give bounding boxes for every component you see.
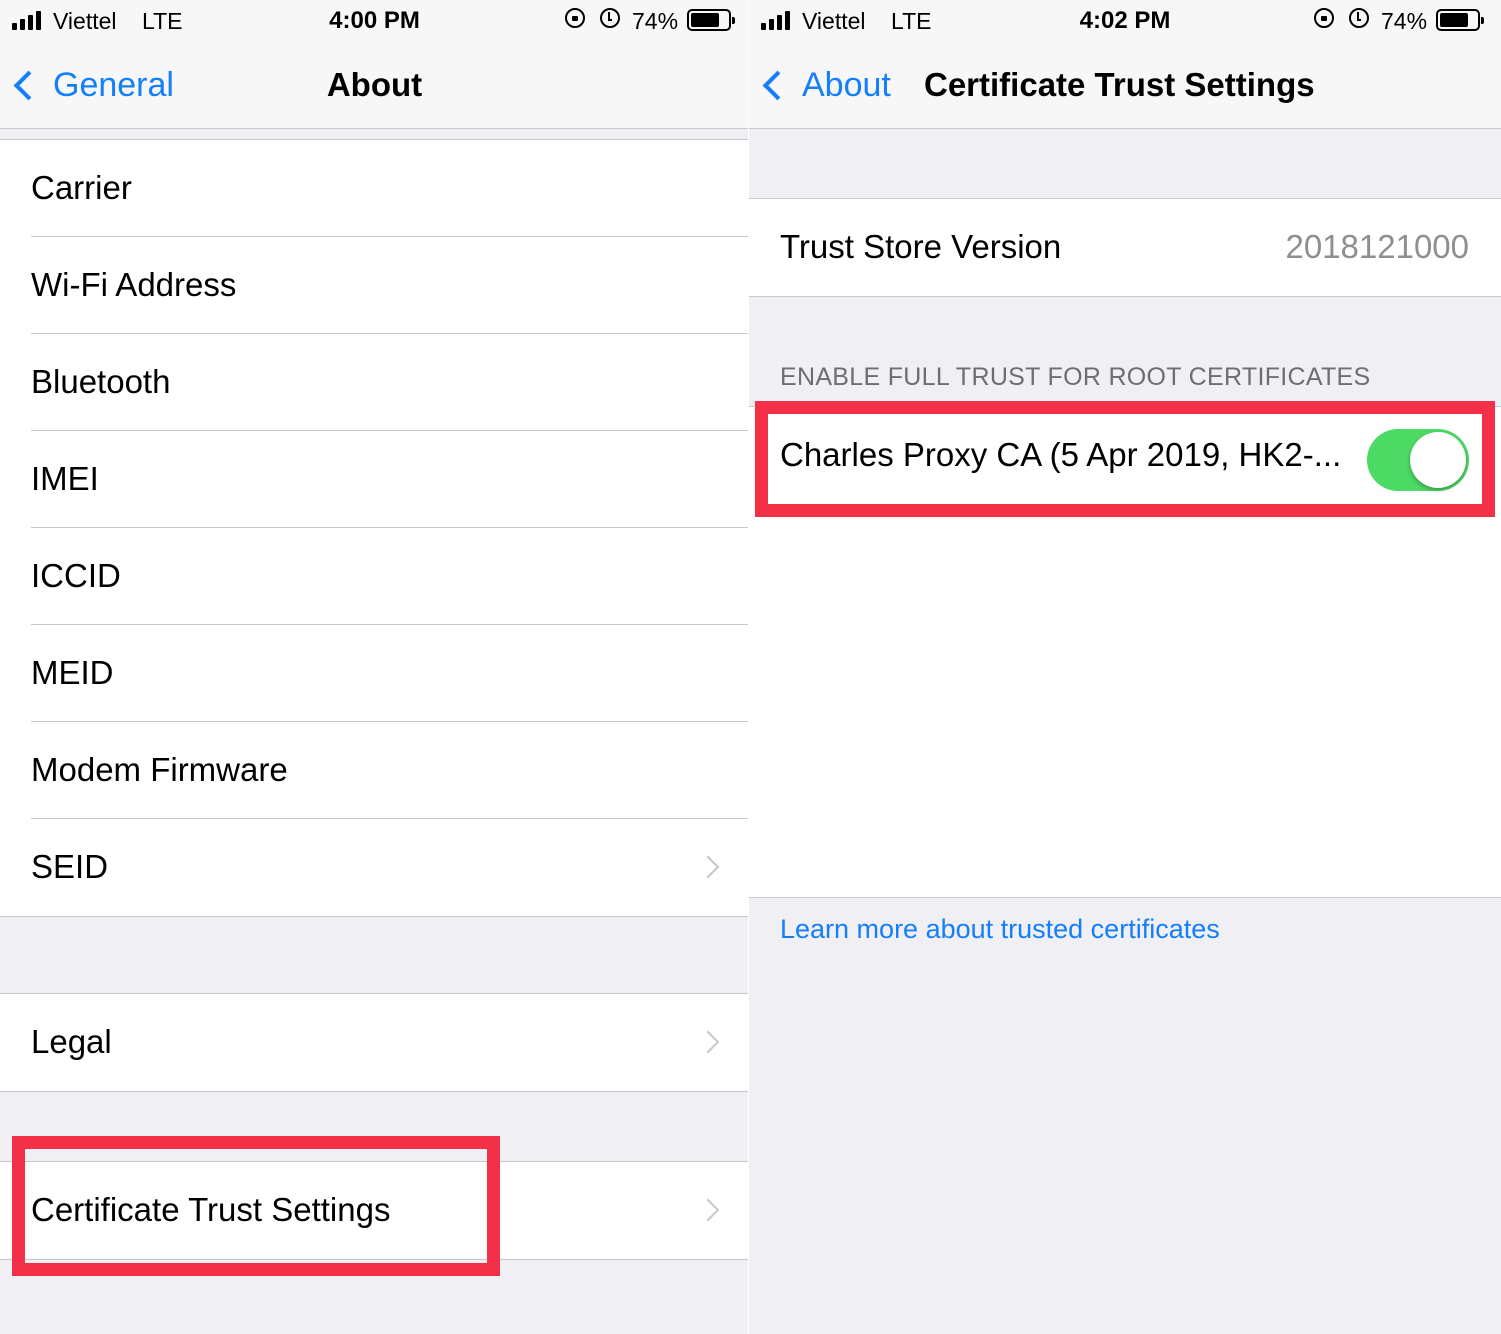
chevron-right-icon bbox=[696, 855, 720, 879]
battery-icon bbox=[1436, 9, 1484, 31]
row-label: Modem Firmware bbox=[31, 751, 288, 788]
row-certificate-trust-settings[interactable]: Certificate Trust Settings bbox=[0, 1162, 749, 1259]
status-bar: Viettel LTE 4:02 PM 74% bbox=[749, 0, 1501, 42]
row-label: MEID bbox=[31, 654, 114, 691]
alarm-icon bbox=[600, 8, 620, 28]
orientation-lock-icon bbox=[565, 8, 585, 28]
chevron-right-icon bbox=[696, 1198, 720, 1222]
row-meid: MEID bbox=[0, 624, 749, 722]
row-iccid: ICCID bbox=[0, 527, 749, 625]
battery-percentage: 74% bbox=[1381, 8, 1428, 34]
certificate-list: Certificate Trust Settings bbox=[0, 1161, 749, 1260]
chevron-right-icon bbox=[696, 1030, 720, 1054]
row-legal[interactable]: Legal bbox=[0, 994, 749, 1091]
row-carrier: Carrier bbox=[0, 140, 749, 237]
about-info-list: Carrier Wi-Fi Address Bluetooth IMEI ICC… bbox=[0, 139, 749, 917]
certificate-trust-toggle[interactable] bbox=[1367, 429, 1469, 491]
certificate-trust-settings-screen: Viettel LTE 4:02 PM 74% About Certificat… bbox=[749, 0, 1501, 1334]
page-title: Certificate Trust Settings bbox=[924, 66, 1315, 103]
row-label: Carrier bbox=[31, 169, 132, 206]
row-label: IMEI bbox=[31, 460, 99, 497]
row-imei: IMEI bbox=[0, 430, 749, 528]
row-bluetooth: Bluetooth bbox=[0, 333, 749, 431]
about-screen: Viettel LTE 4:00 PM 74% General About Ca… bbox=[0, 0, 749, 1334]
row-label: Wi-Fi Address bbox=[31, 266, 237, 303]
trust-store-list: Trust Store Version 2018121000 bbox=[749, 198, 1501, 297]
root-certificates-list: Charles Proxy CA (5 Apr 2019, HK2-... bbox=[749, 406, 1501, 898]
alarm-icon bbox=[1349, 8, 1369, 28]
battery-percentage: 74% bbox=[632, 8, 679, 34]
chevron-left-icon bbox=[762, 70, 793, 101]
legal-list: Legal bbox=[0, 993, 749, 1092]
navigation-bar: About Certificate Trust Settings bbox=[749, 42, 1501, 129]
back-button-about[interactable]: About bbox=[759, 66, 891, 105]
page-title: About bbox=[326, 66, 423, 103]
battery-icon bbox=[687, 9, 735, 31]
row-label: Legal bbox=[31, 1023, 112, 1060]
row-label: SEID bbox=[31, 848, 109, 885]
row-label: Trust Store Version bbox=[780, 228, 1062, 265]
orientation-lock-icon bbox=[1314, 8, 1334, 28]
row-seid[interactable]: SEID bbox=[0, 818, 749, 916]
row-wifi-address: Wi-Fi Address bbox=[0, 236, 749, 334]
learn-more-link[interactable]: Learn more about trusted certificates bbox=[780, 914, 1220, 945]
section-header: ENABLE FULL TRUST FOR ROOT CERTIFICATES bbox=[780, 363, 1371, 391]
row-label: Certificate Trust Settings bbox=[31, 1191, 391, 1228]
certificate-name: Charles Proxy CA (5 Apr 2019, HK2-... bbox=[780, 436, 1342, 473]
row-label: Bluetooth bbox=[31, 363, 171, 400]
toggle-knob bbox=[1410, 432, 1466, 488]
row-certificate: Charles Proxy CA (5 Apr 2019, HK2-... bbox=[749, 407, 1501, 504]
row-modem-firmware: Modem Firmware bbox=[0, 721, 749, 819]
back-button-label: About bbox=[802, 66, 891, 104]
row-trust-store-version: Trust Store Version 2018121000 bbox=[749, 199, 1501, 296]
navigation-bar: General About bbox=[0, 42, 749, 129]
trust-store-version-value: 2018121000 bbox=[1285, 228, 1469, 265]
status-bar: Viettel LTE 4:00 PM 74% bbox=[0, 0, 749, 42]
row-label: ICCID bbox=[31, 557, 121, 594]
